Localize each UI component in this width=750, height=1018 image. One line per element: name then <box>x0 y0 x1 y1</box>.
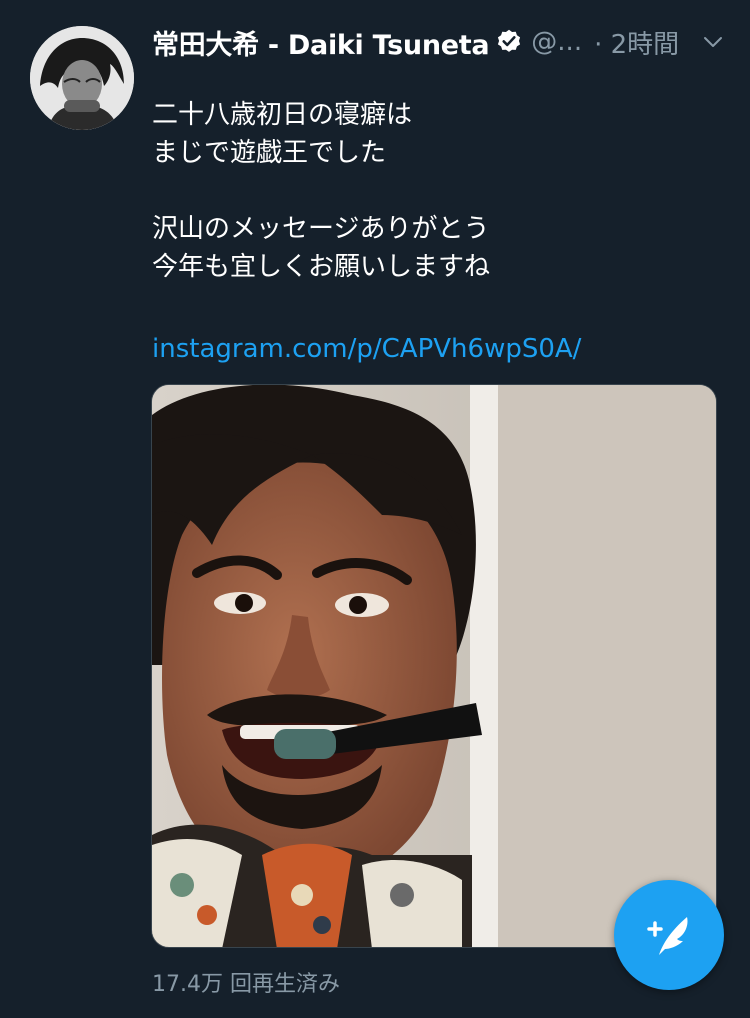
tweet-text-line: 二十八歳初日の寝癖は <box>152 100 413 130</box>
tweet[interactable]: 常田大希 - Daiki Tsuneta @... · 2時間 二十八歳初日の寝… <box>0 0 750 1018</box>
avatar-image <box>30 26 134 130</box>
verified-badge-icon <box>498 29 521 52</box>
video-thumbnail <box>152 385 716 947</box>
tweet-header: 常田大希 - Daiki Tsuneta @... · 2時間 <box>152 18 732 66</box>
compose-tweet-button[interactable] <box>614 880 724 990</box>
tweet-text-line: 今年も宜しくお願いしますね <box>152 252 491 282</box>
instagram-link[interactable]: instagram.com/p/CAPVh6wpS0A/ <box>152 330 581 368</box>
tweet-text-line: 沢山のメッセージありがとう <box>152 214 490 244</box>
view-count: 17.4万 回再生済み <box>152 972 340 997</box>
tweet-text-line: まじで遊戯王でした <box>152 138 387 168</box>
handle[interactable]: @... <box>531 27 582 57</box>
compose-tweet-icon <box>647 917 688 955</box>
tweet-text-line <box>152 172 712 210</box>
video-media[interactable] <box>151 384 717 948</box>
tweet-text: 二十八歳初日の寝癖は まじで遊戯王でした 沢山のメッセージありがとう 今年も宜し… <box>152 96 712 286</box>
chevron-down-icon[interactable] <box>701 30 725 54</box>
avatar[interactable] <box>30 26 134 130</box>
display-name[interactable]: 常田大希 - Daiki Tsuneta <box>152 23 490 62</box>
timestamp[interactable]: · 2時間 <box>594 24 679 61</box>
